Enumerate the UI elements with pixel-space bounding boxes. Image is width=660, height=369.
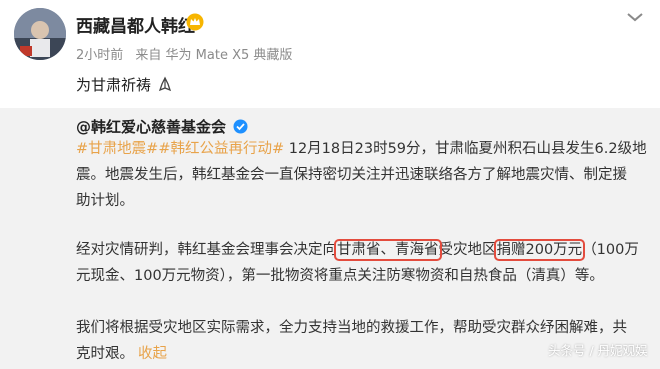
text-segment: 经对灾情研判，韩红基金会理事会决定向 [76,242,337,258]
repost-paragraph-3: 我们将根据受灾地区实际需求，全力支持当地的救援工作，帮助受灾群众纾困解难，共 克… [76,315,627,367]
repost-paragraph-1: #甘肃地震##韩红公益再行动# 12月18日23时59分，甘肃临夏州积石山县发生… [76,136,647,214]
watermark: 头条号 / 丹妮观娱 [548,343,648,358]
highlighted-donation: 捐赠200万元 [493,239,586,261]
paragraph-line: 助计划。 [76,193,134,209]
paragraph-line: 克时艰。 收起 [76,341,627,367]
repost-box[interactable]: @韩红爱心慈善基金会 #甘肃地震##韩红公益再行动# 12月18日23时59分，… [0,108,660,369]
collapse-link[interactable]: 收起 [138,346,167,362]
hashtag-link[interactable]: #韩红公益再行动# [158,141,284,157]
post-text: 为甘肃祈祷 [76,74,173,95]
avatar[interactable] [14,8,66,60]
post-header: 西藏昌都人韩红 2小时前 来自 华为 Mate X5 典藏版 为甘肃祈祷 [0,0,660,108]
paragraph-line: 我们将根据受灾地区实际需求，全力支持当地的救援工作，帮助受灾群众纾困解难，共 [76,320,627,336]
verified-icon [233,119,248,134]
pray-emoji-icon [158,76,171,92]
avatar-image [14,8,66,60]
text-segment: 克时艰。 [76,346,134,362]
post-meta: 2小时前 来自 华为 Mate X5 典藏版 [76,44,300,63]
text-segment: 12月18日23时59分，甘肃临夏州积石山县发生6.2级地 [284,141,647,157]
paragraph-line: #甘肃地震##韩红公益再行动# 12月18日23时59分，甘肃临夏州积石山县发生… [76,136,647,162]
crown-badge-icon[interactable] [186,13,204,31]
post-body: 为甘肃祈祷 [76,76,152,94]
post-source: 来自 华为 Mate X5 典藏版 [135,48,293,63]
chevron-down-icon[interactable] [624,10,646,24]
text-segment: 受灾地区 [438,242,497,258]
author-name[interactable]: 西藏昌都人韩红 [76,12,195,37]
highlighted-provinces: 甘肃省、青海省 [334,239,442,261]
repost-paragraph-2: 经对灾情研判，韩红基金会理事会决定向甘肃省、青海省受灾地区捐赠200万元（100… [76,237,639,289]
paragraph-line: 元现金、100万元物资），第一批物资将重点关注防寒物资和自热食品（清真）等。 [76,268,604,284]
paragraph-line: 震。地震发生后，韩红基金会一直保持密切关注并迅速联络各方了解地震灾情、制定援 [76,167,627,183]
hashtag-link[interactable]: #甘肃地震# [76,141,158,157]
text-segment: （100万 [582,242,639,258]
org-name[interactable]: @韩红爱心慈善基金会 [76,118,226,136]
repost-author: @韩红爱心慈善基金会 [76,116,248,137]
post-time: 2小时前 [76,48,124,63]
paragraph-line: 经对灾情研判，韩红基金会理事会决定向甘肃省、青海省受灾地区捐赠200万元（100… [76,237,639,263]
